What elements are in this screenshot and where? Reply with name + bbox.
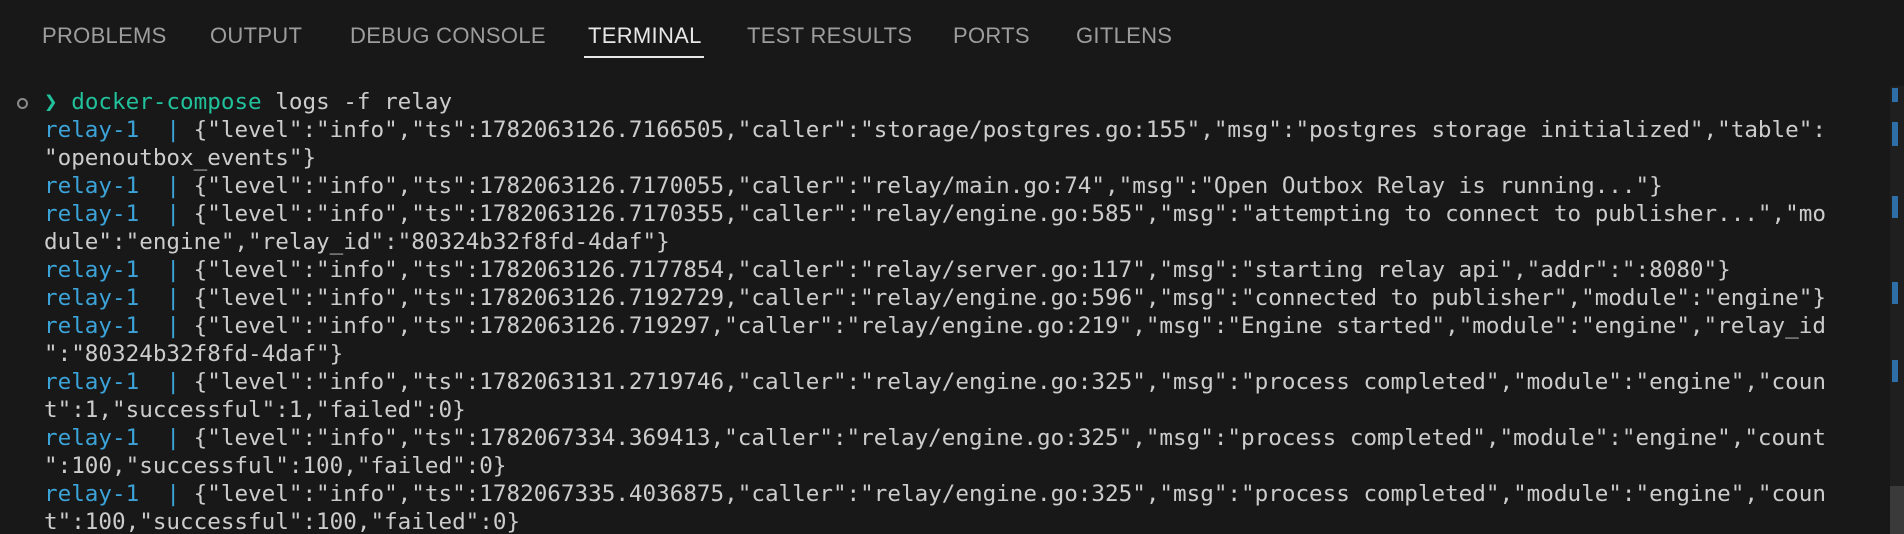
log-line: ":"80324b32f8fd-4daf"} <box>44 340 343 368</box>
log-line: relay-1 | {"level":"info","ts":178206312… <box>44 256 1731 284</box>
scroll-marker <box>1892 88 1898 102</box>
scroll-marker <box>1892 282 1898 304</box>
log-line: dule":"engine","relay_id":"80324b32f8fd-… <box>44 228 670 256</box>
log-text: ":100,"successful":100,"failed":0} <box>44 453 507 479</box>
log-text: {"level":"info","ts":1782067334.369413,"… <box>180 425 1826 451</box>
log-line: ":100,"successful":100,"failed":0} <box>44 452 507 480</box>
log-text: {"level":"info","ts":1782063126.7177854,… <box>180 257 1731 283</box>
command-args: logs -f relay <box>261 89 453 115</box>
log-prefix: relay-1 | <box>44 117 181 143</box>
log-line: relay-1 | {"level":"info","ts":178206312… <box>44 200 1826 228</box>
command-name: docker-compose <box>71 89 262 115</box>
log-prefix: relay-1 | <box>44 313 181 339</box>
log-text: dule":"engine","relay_id":"80324b32f8fd-… <box>44 229 670 255</box>
log-line: relay-1 | {"level":"info","ts":178206733… <box>44 424 1826 452</box>
log-line: t":1,"successful":1,"failed":0} <box>44 396 466 424</box>
log-text: t":1,"successful":1,"failed":0} <box>44 397 466 423</box>
log-text: {"level":"info","ts":1782063126.7170355,… <box>180 201 1826 227</box>
log-line: t":100,"successful":100,"failed":0} <box>44 508 520 534</box>
terminal-scrollbar[interactable] <box>1890 86 1904 534</box>
log-line: "openoutbox_events"} <box>44 144 316 172</box>
log-text: {"level":"info","ts":1782067335.4036875,… <box>180 481 1826 507</box>
log-prefix: relay-1 | <box>44 201 181 227</box>
log-prefix: relay-1 | <box>44 257 181 283</box>
log-text: {"level":"info","ts":1782063126.7192729,… <box>180 285 1826 311</box>
tab-test-results[interactable]: TEST RESULTS <box>747 22 912 50</box>
log-text: t":100,"successful":100,"failed":0} <box>44 509 521 534</box>
terminal-output[interactable]: ❯ docker-compose logs -f relay relay-1 |… <box>0 86 1890 534</box>
log-prefix: relay-1 | <box>44 285 181 311</box>
log-prefix: relay-1 | <box>44 173 181 199</box>
log-line: relay-1 | {"level":"info","ts":178206312… <box>44 116 1826 144</box>
log-line: relay-1 | {"level":"info","ts":178206733… <box>44 480 1826 508</box>
log-text: ":"80324b32f8fd-4daf"} <box>44 341 344 367</box>
log-text: {"level":"info","ts":1782063126.7166505,… <box>180 117 1826 143</box>
log-text: "openoutbox_events"} <box>44 145 317 171</box>
panel-tab-bar: PROBLEMS OUTPUT DEBUG CONSOLE TERMINAL T… <box>0 0 1904 70</box>
scroll-marker <box>1892 196 1898 218</box>
tab-debug-console[interactable]: DEBUG CONSOLE <box>350 22 546 50</box>
prompt-chevron-icon: ❯ <box>44 89 58 115</box>
log-text: {"level":"info","ts":1782063126.7170055,… <box>180 173 1663 199</box>
log-text: {"level":"info","ts":1782063126.719297,"… <box>180 313 1826 339</box>
scroll-marker <box>1892 122 1898 146</box>
tab-terminal[interactable]: TERMINAL <box>588 22 702 50</box>
command-status-circle-icon[interactable] <box>17 98 28 109</box>
tab-gitlens[interactable]: GITLENS <box>1076 22 1172 50</box>
log-prefix: relay-1 | <box>44 425 181 451</box>
log-prefix: relay-1 | <box>44 369 181 395</box>
log-line: relay-1 | {"level":"info","ts":178206312… <box>44 172 1663 200</box>
tab-problems[interactable]: PROBLEMS <box>42 22 167 50</box>
scrollbar-thumb[interactable] <box>1890 486 1904 534</box>
log-prefix: relay-1 | <box>44 481 181 507</box>
log-text: {"level":"info","ts":1782063131.2719746,… <box>180 369 1826 395</box>
command-line: ❯ docker-compose logs -f relay <box>44 88 452 116</box>
log-line: relay-1 | {"level":"info","ts":178206313… <box>44 368 1826 396</box>
log-line: relay-1 | {"level":"info","ts":178206312… <box>44 312 1826 340</box>
active-tab-indicator <box>584 56 704 58</box>
scroll-marker <box>1892 360 1898 382</box>
log-line: relay-1 | {"level":"info","ts":178206312… <box>44 284 1826 312</box>
tab-output[interactable]: OUTPUT <box>210 22 302 50</box>
tab-ports[interactable]: PORTS <box>953 22 1030 50</box>
